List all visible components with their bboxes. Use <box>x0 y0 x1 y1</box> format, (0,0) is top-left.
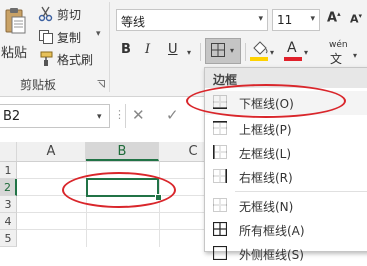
row-header-3[interactable]: 3 <box>0 196 17 213</box>
row-header-1[interactable]: 1 <box>0 162 17 179</box>
shrink-font-label: A <box>350 12 359 26</box>
chevron-down-icon[interactable]: ▾ <box>304 48 308 57</box>
grid-line <box>159 162 160 247</box>
menu-item-all-borders[interactable]: 所有框线(A) <box>205 218 367 242</box>
annotation-ellipse-cell <box>62 172 176 208</box>
drag-handle-icon[interactable]: ⋮ <box>114 108 125 121</box>
font-name-combobox[interactable]: 等线 ▾ <box>116 9 268 31</box>
font-color-button[interactable]: A ▾ <box>284 40 312 64</box>
chevron-down-icon[interactable]: ▾ <box>97 112 102 122</box>
menu-item-right-border[interactable]: 右框线(R) <box>205 165 367 189</box>
all-borders-icon <box>213 222 227 236</box>
italic-label: I <box>145 42 151 57</box>
bold-button[interactable]: B <box>121 42 137 62</box>
name-box[interactable]: B2 ▾ <box>0 104 110 128</box>
cancel-icon[interactable]: ✕ <box>132 106 145 124</box>
bold-label: B <box>121 42 131 57</box>
font-color-swatch <box>284 57 302 61</box>
menu-separator <box>235 191 367 192</box>
grid-line <box>17 229 228 230</box>
font-name-value: 等线 <box>121 15 146 29</box>
group-divider <box>109 2 110 92</box>
decrease-font-size-button[interactable]: A▾ <box>350 12 367 30</box>
menu-item-no-border[interactable]: 无框线(N) <box>205 194 367 218</box>
top-border-icon <box>213 121 227 135</box>
menu-item-left-border[interactable]: 左框线(L) <box>205 141 367 165</box>
italic-button[interactable]: I <box>145 42 161 62</box>
name-box-value: B2 <box>3 109 21 124</box>
font-color-label: A <box>287 40 297 56</box>
menu-item-outside-borders[interactable]: 外侧框线(S) <box>205 242 367 266</box>
menu-item-top-border[interactable]: 上框线(P) <box>205 117 367 141</box>
menu-item-label: 上框线(P) <box>239 123 292 137</box>
column-header-a[interactable]: A <box>17 142 86 161</box>
font-size-combobox[interactable]: 11 ▾ <box>272 9 320 31</box>
column-header-b[interactable]: B <box>86 142 159 161</box>
copy-icon <box>39 30 53 44</box>
paint-bucket-icon <box>250 41 268 61</box>
paste-button[interactable]: 粘贴 <box>0 2 32 66</box>
row-header-5[interactable]: 5 <box>0 230 17 247</box>
chevron-down-icon[interactable]: ▾ <box>96 29 101 39</box>
right-border-icon <box>213 169 227 183</box>
enter-icon[interactable]: ✓ <box>166 106 179 124</box>
toolbar-divider <box>245 43 246 61</box>
chevron-down-icon[interactable]: ▾ <box>270 48 274 57</box>
grid-line <box>17 212 228 213</box>
no-border-icon <box>213 198 227 212</box>
cut-button[interactable]: 剪切 <box>38 4 98 24</box>
menu-item-label: 外侧框线(S) <box>239 248 304 262</box>
annotation-ellipse-menu <box>186 84 346 118</box>
chevron-down-icon[interactable]: ▾ <box>230 46 234 55</box>
left-border-icon <box>213 145 227 159</box>
paste-label: 粘贴 <box>1 46 28 61</box>
chevron-down-icon[interactable]: ▾ <box>353 51 357 60</box>
row-header-4[interactable]: 4 <box>0 213 17 230</box>
chevron-down-icon[interactable]: ▾ <box>187 48 191 57</box>
grow-font-label: A <box>327 10 338 26</box>
phonetic-pinyin: wén <box>329 40 348 50</box>
select-all-corner[interactable] <box>0 142 17 161</box>
menu-item-label: 无框线(N) <box>239 200 294 214</box>
formula-bar-divider <box>125 104 126 128</box>
increase-font-size-button[interactable]: A▴ <box>327 10 345 30</box>
underline-button[interactable]: U <box>168 42 186 62</box>
scissors-icon <box>38 6 53 22</box>
cut-label: 剪切 <box>57 8 82 22</box>
menu-item-label: 左框线(L) <box>239 147 292 161</box>
outside-borders-icon <box>213 246 227 260</box>
clipboard-group-label: 剪贴板 <box>20 78 57 92</box>
menu-item-label: 右框线(R) <box>239 171 293 185</box>
dialog-launcher-icon[interactable] <box>97 80 105 88</box>
borders-button[interactable]: ▾ <box>205 38 241 64</box>
copy-label: 复制 <box>57 31 82 45</box>
phonetic-label: 文 <box>330 52 343 66</box>
phonetic-guide-button[interactable]: wén 文 ▾ <box>327 40 363 66</box>
format-painter-icon <box>40 51 53 66</box>
chevron-down-icon[interactable]: ▾ <box>258 14 263 24</box>
fill-color-button[interactable]: ▾ <box>250 40 278 64</box>
menu-item-label: 所有框线(A) <box>239 224 305 238</box>
borders-icon <box>211 43 225 57</box>
paste-icon <box>5 8 26 34</box>
chevron-down-icon[interactable]: ▾ <box>310 14 315 24</box>
copy-button[interactable]: 复制 ▾ <box>38 27 104 47</box>
row-header-2[interactable]: 2 <box>0 179 17 196</box>
format-painter-button[interactable]: 格式刷 <box>38 49 104 69</box>
format-painter-label: 格式刷 <box>57 53 94 67</box>
font-size-value: 11 <box>277 13 293 27</box>
underline-label: U <box>168 42 178 57</box>
toolbar-divider <box>200 43 201 61</box>
